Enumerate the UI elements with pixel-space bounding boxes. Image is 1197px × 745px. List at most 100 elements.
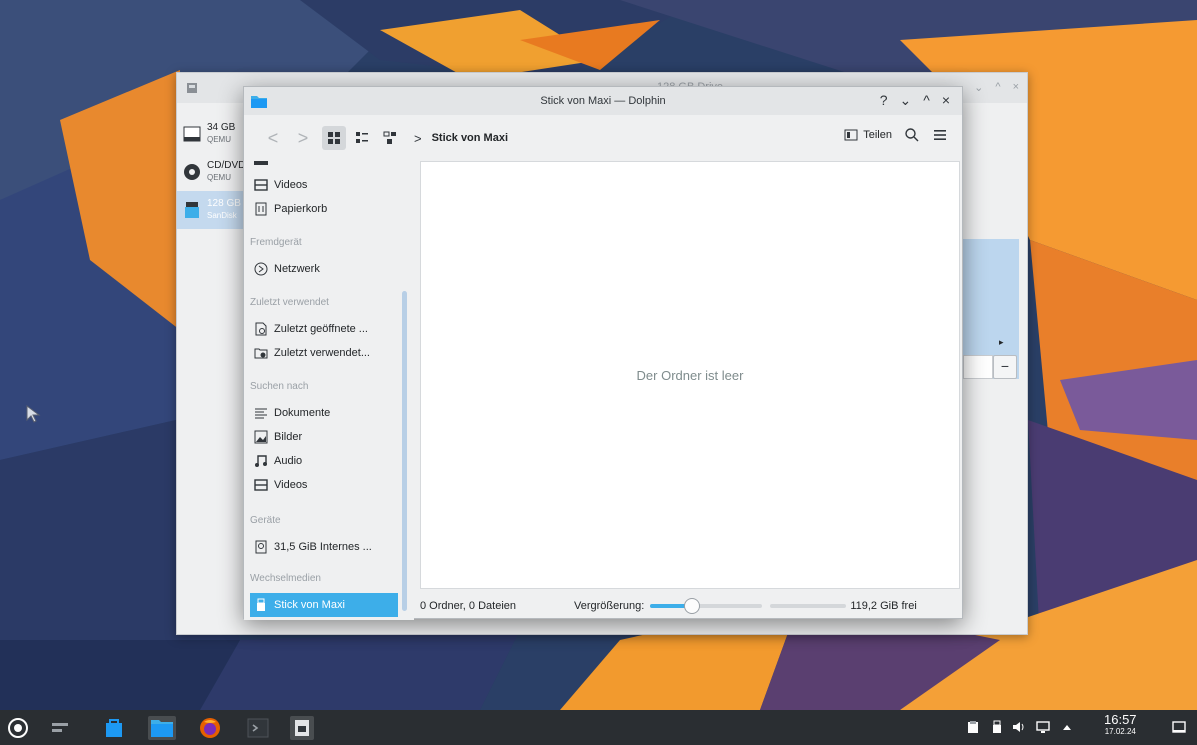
partial-icon xyxy=(254,161,268,165)
sidebar-item-network[interactable]: Netzwerk xyxy=(250,257,398,281)
mouse-cursor-icon xyxy=(26,405,41,423)
optical-disc-icon xyxy=(184,164,200,180)
close-button[interactable]: × xyxy=(942,92,950,108)
device-sub: QEMU xyxy=(207,173,231,182)
hamburger-menu-icon[interactable] xyxy=(932,127,948,143)
sidebar-item-images[interactable]: Bilder xyxy=(250,425,398,449)
device-item-cdrom[interactable]: CD/DVD QEMU xyxy=(177,153,249,191)
partition-close-button[interactable]: × xyxy=(1013,81,1019,94)
minimize-button[interactable]: ⌄ xyxy=(900,92,912,108)
application-launcher-icon[interactable] xyxy=(6,716,30,740)
usb-drive-icon xyxy=(185,202,199,218)
dolphin-toolbar: < > > Stick von Maxi Teilen xyxy=(244,115,962,161)
image-icon xyxy=(254,430,268,444)
share-label: Teilen xyxy=(863,129,892,141)
section-devices: Geräte xyxy=(250,515,281,526)
device-sub: QEMU xyxy=(207,135,231,144)
hard-disk-icon xyxy=(255,540,267,554)
device-name: CD/DVD xyxy=(207,160,246,171)
sidebar-item-recent-files[interactable]: Zuletzt geöffnete ... xyxy=(250,317,398,341)
sidebar-item-label: Dokumente xyxy=(274,407,331,419)
icons-view-button[interactable] xyxy=(322,126,346,150)
sidebar-item-label: Audio xyxy=(274,455,303,467)
empty-folder-message: Der Ordner ist leer xyxy=(636,368,744,383)
compact-view-button[interactable] xyxy=(350,126,374,150)
partition-minimize-button[interactable]: ⌄ xyxy=(974,81,983,94)
forward-button[interactable]: > xyxy=(288,128,318,149)
terminal-icon[interactable] xyxy=(246,716,270,740)
network-icon xyxy=(254,262,268,276)
search-icon[interactable] xyxy=(904,127,920,143)
zoom-label: Vergrößerung: xyxy=(574,599,645,612)
sidebar-item-label: Bilder xyxy=(274,431,303,443)
sidebar-item-audio[interactable]: Audio xyxy=(250,449,398,473)
section-remote: Fremdgerät xyxy=(250,237,302,248)
file-view[interactable]: Der Ordner ist leer xyxy=(420,161,960,589)
device-item-usb[interactable]: 128 GB SanDisk xyxy=(177,191,249,229)
partition-maximize-button[interactable]: ^ xyxy=(995,81,1000,94)
discover-store-icon[interactable] xyxy=(102,716,126,740)
details-view-button[interactable] xyxy=(378,126,402,150)
share-button[interactable]: Teilen xyxy=(844,128,892,142)
share-icon xyxy=(844,129,858,141)
sidebar-item-label: Papierkorb xyxy=(274,203,328,215)
status-bar: 0 Ordner, 0 Dateien Vergrößerung: 119,2 … xyxy=(420,591,964,620)
trash-icon xyxy=(255,202,267,216)
expand-arrow-icon[interactable]: ▸ xyxy=(999,337,1004,348)
partition-input-box[interactable] xyxy=(963,355,993,379)
help-button[interactable]: ? xyxy=(880,92,888,108)
zoom-slider-handle[interactable] xyxy=(684,597,701,614)
show-desktop-icon[interactable] xyxy=(1172,720,1186,734)
sidebar-item-label: Zuletzt geöffnete ... xyxy=(274,323,368,335)
device-name: 128 GB xyxy=(207,198,241,209)
remove-button[interactable]: − xyxy=(993,355,1017,379)
sidebar-item-label: Zuletzt verwendet... xyxy=(274,347,370,359)
sidebar-item-label: 31,5 GiB Internes ... xyxy=(274,541,372,553)
recent-document-icon xyxy=(255,322,267,336)
audio-icon xyxy=(255,455,267,467)
sidebar-item-trash[interactable]: Papierkorb xyxy=(250,197,398,221)
clipboard-tray-icon[interactable] xyxy=(966,720,980,734)
sidebar-item-internal-drive[interactable]: 31,5 GiB Internes ... xyxy=(250,535,398,559)
video-icon xyxy=(254,179,268,191)
volume-icon[interactable] xyxy=(1012,720,1026,734)
dolphin-window[interactable]: Stick von Maxi — Dolphin ? ⌄ ^ × < > > S… xyxy=(243,86,964,620)
breadcrumb-separator: > xyxy=(414,130,422,146)
compact-view-icon xyxy=(356,132,368,143)
task-manager-settings-icon[interactable] xyxy=(48,716,72,740)
firefox-icon[interactable] xyxy=(198,716,222,740)
item-count: 0 Ordner, 0 Dateien xyxy=(420,599,517,612)
details-view-icon xyxy=(383,131,396,144)
free-space-label: 119,2 GiB frei xyxy=(850,599,917,612)
hard-disk-icon xyxy=(183,126,201,142)
sidebar-item-videos-search[interactable]: Videos xyxy=(250,473,398,497)
free-space-bar xyxy=(770,603,847,608)
clock[interactable]: 16:57 17.02.24 xyxy=(1104,713,1137,738)
sidebar-item-documents[interactable]: Dokumente xyxy=(250,401,398,425)
maximize-button[interactable]: ^ xyxy=(923,92,930,108)
sidebar-item-recent-locations[interactable]: Zuletzt verwendet... xyxy=(250,341,398,365)
dolphin-taskbar-icon[interactable] xyxy=(148,716,176,740)
sidebar-item-label: Stick von Maxi xyxy=(274,599,345,611)
usb-drive-icon xyxy=(257,598,265,611)
usb-device-tray-icon[interactable] xyxy=(990,720,1004,734)
sidebar-scrollbar[interactable] xyxy=(402,291,407,611)
sidebar-item-usb-stick[interactable]: Stick von Maxi xyxy=(250,593,398,617)
section-recent: Zuletzt verwendet xyxy=(250,297,329,308)
zoom-slider[interactable] xyxy=(650,597,763,614)
expand-tray-icon[interactable] xyxy=(1060,720,1074,734)
taskbar: 16:57 17.02.24 xyxy=(0,710,1197,745)
sidebar-item-videos[interactable]: Videos xyxy=(250,173,398,197)
device-item-disk[interactable]: 34 GB QEMU xyxy=(177,115,249,153)
documents-icon xyxy=(255,408,267,419)
recent-folder-icon xyxy=(254,348,268,359)
sidebar-item-label: Videos xyxy=(274,479,308,491)
icons-view-icon xyxy=(328,132,340,144)
network-tray-icon[interactable] xyxy=(1036,720,1050,734)
back-button[interactable]: < xyxy=(258,128,288,149)
dolphin-titlebar[interactable]: Stick von Maxi — Dolphin ? ⌄ ^ × xyxy=(244,87,962,115)
breadcrumb-location[interactable]: Stick von Maxi xyxy=(432,132,508,144)
clock-date: 17.02.24 xyxy=(1104,727,1136,736)
places-panel: Videos Papierkorb Fremdgerät Netzwerk Zu… xyxy=(244,161,414,620)
partition-manager-taskbar-icon[interactable] xyxy=(290,716,314,740)
